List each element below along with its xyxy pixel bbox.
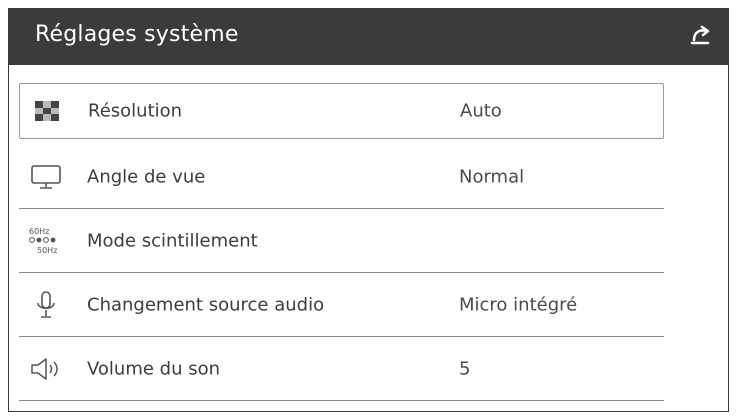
setting-value: Auto bbox=[460, 100, 502, 122]
speaker-icon bbox=[29, 354, 63, 384]
setting-row-audio-source[interactable]: Changement source audio Micro intégré bbox=[19, 273, 664, 337]
back-arrow-icon[interactable] bbox=[686, 23, 714, 51]
setting-label: Changement source audio bbox=[87, 294, 325, 315]
settings-list: Résolution Auto Angle de vue Normal 60Hz bbox=[19, 83, 664, 401]
setting-row-viewing-angle[interactable]: Angle de vue Normal bbox=[19, 145, 664, 209]
flicker-mode-icon: 60Hz 50Hz bbox=[29, 226, 63, 256]
page-title: Réglages système bbox=[35, 22, 239, 47]
setting-value: Normal bbox=[459, 166, 525, 187]
flicker-icon-top-label: 60Hz bbox=[29, 226, 50, 236]
resolution-icon bbox=[30, 96, 64, 126]
setting-label: Mode scintillement bbox=[87, 230, 258, 251]
setting-value: Micro intégré bbox=[459, 294, 578, 315]
setting-value: 5 bbox=[459, 358, 471, 379]
monitor-icon bbox=[29, 162, 63, 192]
setting-row-volume[interactable]: Volume du son 5 bbox=[19, 337, 664, 401]
flicker-icon-bottom-label: 50Hz bbox=[37, 245, 58, 255]
setting-row-resolution[interactable]: Résolution Auto bbox=[19, 83, 664, 139]
header-bar: Réglages système bbox=[9, 9, 728, 65]
system-settings-window: Réglages système Résolution Auto Angle d… bbox=[8, 8, 729, 412]
setting-label: Résolution bbox=[88, 100, 183, 122]
setting-label: Angle de vue bbox=[87, 166, 206, 187]
microphone-icon bbox=[29, 290, 63, 320]
setting-label: Volume du son bbox=[87, 358, 221, 379]
setting-row-flicker-mode[interactable]: 60Hz 50Hz Mode scintillement bbox=[19, 209, 664, 273]
